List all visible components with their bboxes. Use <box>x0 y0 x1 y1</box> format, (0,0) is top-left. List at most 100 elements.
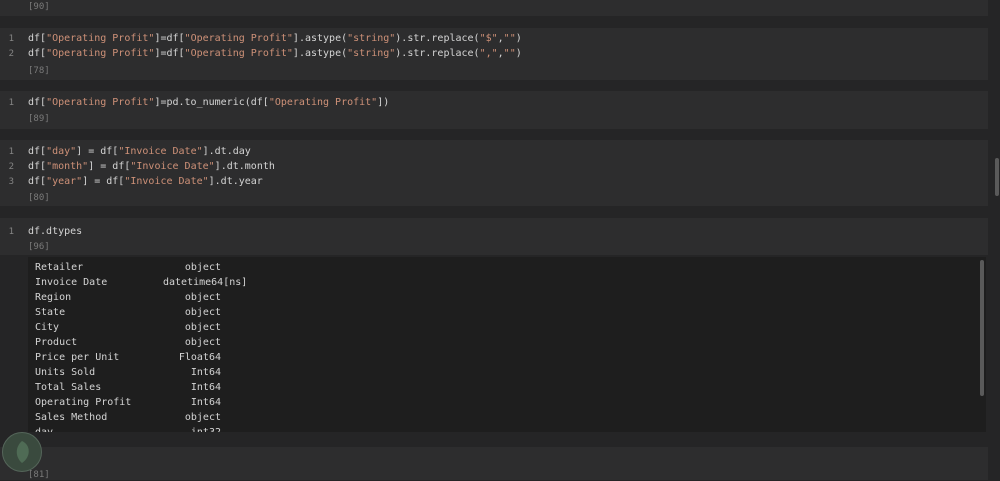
code-line[interactable]: 1 df["Operating Profit"]=pd.to_numeric(d… <box>0 97 988 109</box>
column-name: Invoice Date <box>35 277 108 288</box>
line-number: 1 <box>8 98 14 108</box>
code-cell[interactable]: 1 df["Operating Profit"]=pd.to_numeric(d… <box>0 91 988 129</box>
string-token: "year" <box>46 176 83 187</box>
column-dtype: object <box>184 262 221 273</box>
string-token: "" <box>503 48 516 59</box>
code-token: df.dtypes <box>28 226 83 237</box>
code-line[interactable]: 3 df["year"] = df["Invoice Date"].dt.yea… <box>0 176 988 188</box>
column-name: Retailer <box>35 262 84 273</box>
column-name: Total Sales <box>35 382 102 393</box>
column-name: day <box>35 425 163 432</box>
string-token: "string" <box>347 48 396 59</box>
column-dtype: int32 <box>163 425 221 432</box>
code-token: ) <box>515 33 522 44</box>
code-token: ) <box>515 48 522 59</box>
execution-count: [89] <box>28 114 50 124</box>
code-token: ] = df[ <box>82 176 125 187</box>
column-dtype: Int64 <box>190 367 221 378</box>
code-token: df[ <box>28 161 47 172</box>
output-row: Units Sold Int64 <box>35 365 221 380</box>
code-text[interactable]: df["month"] = df["Invoice Date"].dt.mont… <box>28 161 275 173</box>
code-line[interactable]: 1 df.dtypes <box>0 226 988 238</box>
column-name: Region <box>35 292 72 303</box>
output-row: City object <box>35 320 221 335</box>
code-cell[interactable]: 1 df["Operating Profit"]=df["Operating P… <box>0 28 988 80</box>
string-token: "month" <box>46 161 89 172</box>
column-dtype: datetime64[ns] <box>163 277 248 288</box>
code-token: ]=df[ <box>154 48 185 59</box>
code-text[interactable]: df["day"] = df["Invoice Date"].dt.day <box>28 146 251 158</box>
code-token: df[ <box>28 48 47 59</box>
output-row: Retailer object <box>35 260 221 275</box>
output-row: Price per Unit Float64 <box>35 350 221 365</box>
code-line[interactable]: 1 df["Operating Profit"]=df["Operating P… <box>0 33 988 45</box>
code-cell[interactable]: [90] <box>0 0 988 16</box>
code-token: ].astype( <box>292 48 348 59</box>
code-text[interactable]: df["Operating Profit"]=df["Operating Pro… <box>28 48 522 60</box>
string-token: "Operating Profit" <box>46 33 155 44</box>
column-dtype: object <box>184 292 221 303</box>
execution-count: [78] <box>28 66 50 76</box>
column-dtype: Int64 <box>190 382 221 393</box>
code-text[interactable]: df["Operating Profit"]=pd.to_numeric(df[… <box>28 97 389 109</box>
code-text[interactable]: df["year"] = df["Invoice Date"].dt.year <box>28 176 263 188</box>
column-dtype: Float64 <box>178 352 221 363</box>
code-line[interactable]: 2 df["Operating Profit"]=df["Operating P… <box>0 48 988 60</box>
code-token: df[ <box>28 146 47 157</box>
code-token: df[ <box>28 97 47 108</box>
code-token: ].dt.year <box>208 176 263 187</box>
output-row: Sales Method object <box>35 410 221 425</box>
leaf-icon <box>16 441 29 463</box>
column-name: City <box>35 322 60 333</box>
column-dtype: object <box>184 337 221 348</box>
notebook-scrollbar[interactable] <box>995 158 999 196</box>
output-row: Total Sales Int64 <box>35 380 221 395</box>
column-dtype: Int64 <box>190 397 221 408</box>
line-number: 1 <box>8 227 14 237</box>
avatar[interactable] <box>2 432 42 472</box>
string-token: "Operating Profit" <box>184 33 293 44</box>
code-token: df[ <box>28 176 47 187</box>
line-number: 3 <box>8 177 14 187</box>
code-token: ]=pd.to_numeric(df[ <box>154 97 269 108</box>
execution-count: [90] <box>28 2 50 12</box>
string-token: "Invoice Date" <box>118 146 203 157</box>
code-token: ]=df[ <box>154 33 185 44</box>
column-name: Product <box>35 337 78 348</box>
string-token: "Operating Profit" <box>46 48 155 59</box>
string-token: "$" <box>479 33 498 44</box>
code-token: ].dt.month <box>214 161 275 172</box>
code-text[interactable]: df.dtypes <box>28 226 82 238</box>
code-line[interactable]: 1 df["day"] = df["Invoice Date"].dt.day <box>0 146 988 158</box>
output-row: dayint32 <box>35 425 221 432</box>
code-token: df[ <box>28 33 47 44</box>
code-cell[interactable]: 1 df["day"] = df["Invoice Date"].dt.day … <box>0 140 988 206</box>
column-name: Sales Method <box>35 412 108 423</box>
output-scrollbar[interactable] <box>980 260 984 396</box>
string-token: "," <box>479 48 498 59</box>
output-row: Invoice Date datetime64[ns] <box>35 275 248 290</box>
code-token: ] = df[ <box>88 161 131 172</box>
string-token: "day" <box>46 146 77 157</box>
string-token: "Operating Profit" <box>46 97 155 108</box>
line-number: 1 <box>8 34 14 44</box>
cell-output[interactable]: Retailer object Invoice Date datetime64[ns]… <box>28 257 986 432</box>
column-dtype: object <box>184 412 221 423</box>
line-number: 2 <box>8 49 14 59</box>
output-row: State object <box>35 305 221 320</box>
code-line[interactable]: 2 df["month"] = df["Invoice Date"].dt.mo… <box>0 161 988 173</box>
code-token: ].dt.day <box>202 146 251 157</box>
code-text[interactable]: df["Operating Profit"]=df["Operating Pro… <box>28 33 522 45</box>
execution-count: [80] <box>28 193 50 203</box>
code-token: ]) <box>377 97 390 108</box>
code-cell[interactable]: 1 df [81] <box>0 447 988 480</box>
column-name: Units Sold <box>35 367 96 378</box>
output-row: Product object <box>35 335 221 350</box>
column-name: State <box>35 307 66 318</box>
string-token: "Invoice Date" <box>124 176 209 187</box>
code-cell[interactable]: 1 df.dtypes [96] <box>0 218 988 255</box>
line-number: 1 <box>8 147 14 157</box>
code-line[interactable]: 1 df <box>0 454 988 466</box>
string-token: "Operating Profit" <box>184 48 293 59</box>
output-row: Region object <box>35 290 221 305</box>
